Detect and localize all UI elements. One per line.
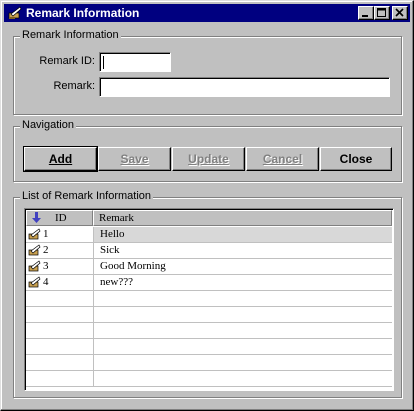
- cancel-button[interactable]: Cancel: [246, 147, 319, 171]
- remark-window: Remark Information Remark Information Re…: [0, 0, 414, 411]
- table-row[interactable]: 4 new???: [26, 275, 392, 291]
- grid-header-id-label: ID: [55, 212, 67, 224]
- remark-id-input[interactable]: [99, 52, 171, 72]
- add-button[interactable]: Add: [23, 146, 98, 172]
- record-icon: [28, 260, 41, 272]
- row-id: 3: [43, 260, 49, 272]
- remark-list-group-label: List of Remark Information: [20, 190, 153, 202]
- sort-arrow-icon: [32, 212, 41, 223]
- row-remark: Sick: [100, 244, 120, 256]
- table-row[interactable]: 2 Sick: [26, 243, 392, 259]
- row-remark: new???: [100, 276, 133, 288]
- close-button[interactable]: Close: [320, 147, 392, 171]
- row-id: 2: [43, 244, 49, 256]
- empty-row: [26, 339, 392, 355]
- maximize-button[interactable]: [374, 6, 390, 20]
- remark-info-group-label: Remark Information: [20, 29, 121, 41]
- row-id: 4: [43, 276, 49, 288]
- row-remark: Hello: [100, 228, 125, 240]
- empty-row: [26, 355, 392, 371]
- grid-header-remark[interactable]: Remark: [93, 210, 392, 226]
- save-button[interactable]: Save: [98, 147, 171, 171]
- record-icon: [28, 276, 41, 288]
- app-icon: [8, 6, 22, 19]
- remark-label: Remark:: [53, 80, 95, 92]
- title-bar[interactable]: Remark Information: [4, 4, 410, 22]
- close-window-button[interactable]: [392, 6, 408, 20]
- update-button[interactable]: Update: [172, 147, 245, 171]
- table-row[interactable]: 3 Good Morning: [26, 259, 392, 275]
- empty-row: [26, 371, 392, 387]
- window-title: Remark Information: [26, 6, 140, 20]
- minimize-button[interactable]: [358, 6, 374, 20]
- remark-input[interactable]: [99, 77, 390, 97]
- remark-id-label: Remark ID:: [39, 55, 95, 67]
- empty-row: [26, 323, 392, 339]
- text-caret: [103, 56, 104, 69]
- grid-header-id[interactable]: ID: [26, 210, 93, 226]
- close-icon: [395, 8, 404, 17]
- minimize-icon: [362, 15, 368, 17]
- remark-grid[interactable]: ID Remark 1 Hello 2 Sick 3 Good Morning …: [24, 208, 394, 391]
- remark-info-group: Remark Information: [13, 29, 402, 115]
- navigation-group-label: Navigation: [20, 119, 76, 131]
- empty-row: [26, 307, 392, 323]
- maximize-icon: [377, 8, 386, 17]
- row-id: 1: [43, 228, 49, 240]
- record-icon: [28, 244, 41, 256]
- record-icon: [28, 228, 41, 240]
- grid-header-remark-label: Remark: [99, 212, 134, 224]
- empty-row: [26, 291, 392, 307]
- table-row[interactable]: 1 Hello: [26, 227, 392, 243]
- row-remark: Good Morning: [100, 260, 166, 272]
